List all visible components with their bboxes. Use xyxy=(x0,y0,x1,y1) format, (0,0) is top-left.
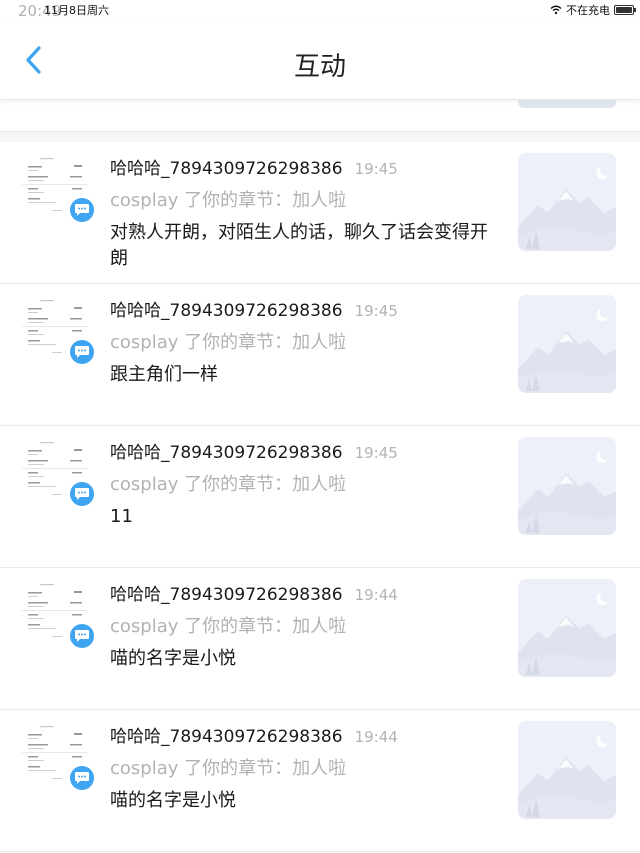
avatar[interactable] xyxy=(22,582,96,654)
thumbnail-image xyxy=(518,100,616,108)
mountain-landscape-placeholder xyxy=(518,295,616,393)
avatar[interactable] xyxy=(22,156,96,228)
list-item-partial[interactable] xyxy=(0,100,640,132)
wifi-icon xyxy=(550,5,562,15)
action-text: cosplay 了你的章节：加人啦 xyxy=(110,190,347,211)
user-name[interactable]: 哈哈哈_7894309726298386 xyxy=(110,296,343,321)
list-item[interactable]: 哈哈哈_7894309726298386 19:45 cosplay 了你的章节… xyxy=(0,142,640,284)
timestamp: 19:45 xyxy=(354,160,398,178)
avatar[interactable] xyxy=(22,298,96,370)
list-item[interactable]: 哈哈哈_7894309726298386 19:45 cosplay 了你的章节… xyxy=(0,284,640,426)
list-item[interactable]: 哈哈哈_7894309726298386 19:44 cosplay 了你的章节… xyxy=(0,568,640,710)
timestamp: 19:44 xyxy=(354,586,398,604)
mountain-landscape-placeholder xyxy=(518,579,616,677)
interaction-list: 哈哈哈_7894309726298386 19:45 cosplay 了你的章节… xyxy=(0,142,640,852)
comment-content: 11 xyxy=(110,506,133,527)
user-name[interactable]: 哈哈哈_7894309726298386 xyxy=(110,580,343,605)
comment-content: 对熟人开朗，对陌生人的话，聊久了话会变得开朗 xyxy=(110,222,488,269)
comment-bubble-icon xyxy=(75,488,89,500)
battery-icon xyxy=(614,5,636,15)
comment-content: 喵的名字是小悦 xyxy=(110,790,236,811)
name-row: 哈哈哈_7894309726298386 19:44 xyxy=(110,580,398,605)
thumbnail-image[interactable] xyxy=(518,295,616,393)
user-name[interactable]: 哈哈哈_7894309726298386 xyxy=(110,722,343,747)
comment-badge xyxy=(68,622,96,650)
thumbnail-image[interactable] xyxy=(518,153,616,251)
list-item[interactable]: 哈哈哈_7894309726298386 19:45 cosplay 了你的章节… xyxy=(0,426,640,568)
action-text: cosplay 了你的章节：加人啦 xyxy=(110,474,347,495)
comment-content: 跟主角们一样 xyxy=(110,364,218,385)
page-title: 互动 xyxy=(293,52,346,82)
action-text: cosplay 了你的章节：加人啦 xyxy=(110,616,347,637)
comment-badge xyxy=(68,338,96,366)
charging-status: 不在充电 xyxy=(566,4,610,17)
thumbnail-image[interactable] xyxy=(518,437,616,535)
name-row: 哈哈哈_7894309726298386 19:44 xyxy=(110,722,398,747)
user-name[interactable]: 哈哈哈_7894309726298386 xyxy=(110,438,343,463)
mountain-landscape-placeholder xyxy=(518,721,616,819)
mountain-landscape-placeholder xyxy=(518,153,616,251)
thumbnail-image[interactable] xyxy=(518,721,616,819)
timestamp: 19:44 xyxy=(354,728,398,746)
comment-bubble-icon xyxy=(75,346,89,358)
navigation-bar: 互动 xyxy=(0,18,640,100)
name-row: 哈哈哈_7894309726298386 19:45 xyxy=(110,154,398,179)
mountain-landscape-placeholder xyxy=(518,437,616,535)
timestamp: 19:45 xyxy=(354,302,398,320)
status-bar: 20:49 11月8日周六 不在充电 xyxy=(0,0,640,20)
thumbnail-image[interactable] xyxy=(518,579,616,677)
action-text: cosplay 了你的章节：加人啦 xyxy=(110,332,347,353)
timestamp: 19:45 xyxy=(354,444,398,462)
avatar[interactable] xyxy=(22,440,96,512)
action-text: cosplay 了你的章节：加人啦 xyxy=(110,758,347,779)
status-right: 不在充电 xyxy=(550,2,636,18)
name-row: 哈哈哈_7894309726298386 19:45 xyxy=(110,296,398,321)
comment-badge xyxy=(68,764,96,792)
comment-bubble-icon xyxy=(75,204,89,216)
avatar[interactable] xyxy=(22,724,96,796)
comment-content: 喵的名字是小悦 xyxy=(110,648,236,669)
list-item[interactable]: 哈哈哈_7894309726298386 19:44 cosplay 了你的章节… xyxy=(0,710,640,852)
status-date: 11月8日周六 xyxy=(44,4,109,17)
name-row: 哈哈哈_7894309726298386 19:45 xyxy=(110,438,398,463)
comment-badge xyxy=(68,196,96,224)
comment-badge xyxy=(68,480,96,508)
comment-bubble-icon xyxy=(75,630,89,642)
user-name[interactable]: 哈哈哈_7894309726298386 xyxy=(110,154,343,179)
comment-bubble-icon xyxy=(75,772,89,784)
